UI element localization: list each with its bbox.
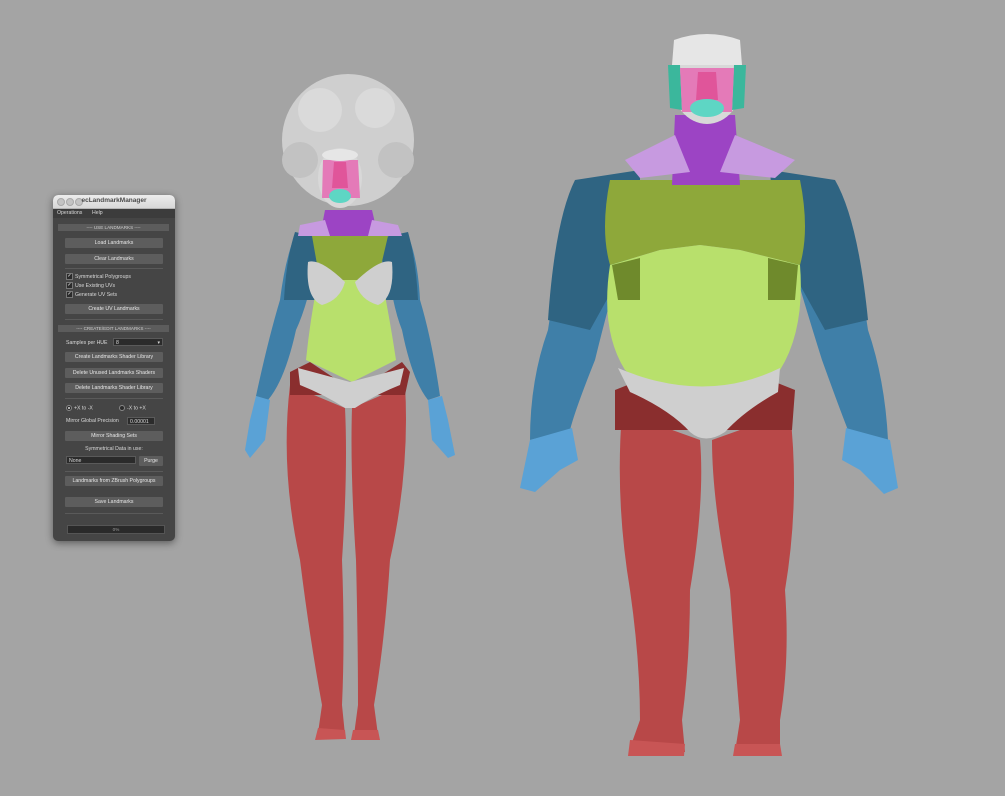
use-existing-uvs-checkbox[interactable]: ✓ Use Existing UVs (66, 282, 115, 290)
radio-pos-x[interactable]: +X to -X (66, 405, 93, 411)
mirror-precision-input[interactable]: 0.00001 (127, 417, 155, 425)
progress-text: 0% (112, 527, 120, 532)
checkmark-icon: ✓ (66, 282, 73, 290)
samples-value: 8 (116, 340, 119, 346)
radio-label: +X to -X (74, 405, 93, 412)
create-shader-library-button[interactable]: Create Landmarks Shader Library (65, 352, 163, 362)
checkbox-label: Symmetrical Polygroups (75, 274, 131, 280)
save-landmarks-button[interactable]: Save Landmarks (65, 497, 163, 507)
generate-uv-sets-checkbox[interactable]: ✓ Generate UV Sets (66, 291, 117, 299)
divider (65, 513, 163, 514)
female-figure (245, 74, 455, 740)
window-title: ecLandmarkManager (81, 197, 147, 204)
load-landmarks-button[interactable]: Load Landmarks (65, 238, 163, 248)
chevron-down-icon: ▾ (157, 340, 160, 346)
menu-help[interactable]: Help (92, 210, 103, 216)
create-edit-landmarks-header: ---- CREATE/EDIT LANDMARKS ---- (58, 325, 169, 332)
menu-operations[interactable]: Operations (57, 210, 82, 216)
symmetrical-data-field: None (66, 456, 136, 464)
delete-shader-library-button[interactable]: Delete Landmarks Shader Library (65, 383, 163, 393)
clear-landmarks-button[interactable]: Clear Landmarks (65, 254, 163, 264)
checkmark-icon: ✓ (66, 291, 73, 299)
use-landmarks-header: ---- USE LANDMARKS ---- (58, 224, 169, 231)
checkbox-label: Generate UV Sets (75, 292, 118, 298)
symmetrical-data-label: Symmetrical Data in use: (85, 446, 143, 452)
divider (65, 471, 163, 472)
delete-unused-shaders-button[interactable]: Delete Unused Landmarks Shaders (65, 368, 163, 378)
zbrush-polygroups-button[interactable]: Landmarks from ZBrush Polygroups (65, 476, 163, 486)
samples-per-hue-label: Samples per HUE (66, 340, 108, 346)
checkmark-icon: ✓ (66, 273, 73, 281)
male-figure (520, 34, 898, 756)
radio-neg-x[interactable]: -X to +X (119, 405, 146, 411)
symmetrical-polygroups-checkbox[interactable]: ✓ Symmetrical Polygroups (66, 273, 131, 281)
checkbox-label: Use Existing UVs (75, 283, 116, 289)
divider (65, 398, 163, 399)
divider (65, 319, 163, 320)
radio-label: -X to +X (127, 405, 146, 412)
progress-bar: 0% (67, 525, 165, 534)
mirror-precision-label: Mirror Global Precision (66, 418, 119, 424)
create-uv-landmarks-button[interactable]: Create UV Landmarks (65, 304, 163, 314)
mirror-shading-sets-button[interactable]: Mirror Shading Sets (65, 431, 163, 441)
radio-selected-icon (66, 405, 72, 411)
landmark-manager-window[interactable]: ecLandmarkManager Operations Help ---- U… (53, 195, 175, 541)
radio-icon (119, 405, 125, 411)
samples-per-hue-dropdown[interactable]: 8 ▾ (113, 338, 163, 346)
menu-bar: Operations Help (53, 209, 175, 218)
purge-button[interactable]: Purge (139, 456, 163, 466)
window-titlebar[interactable]: ecLandmarkManager (53, 195, 175, 209)
divider (65, 268, 163, 269)
